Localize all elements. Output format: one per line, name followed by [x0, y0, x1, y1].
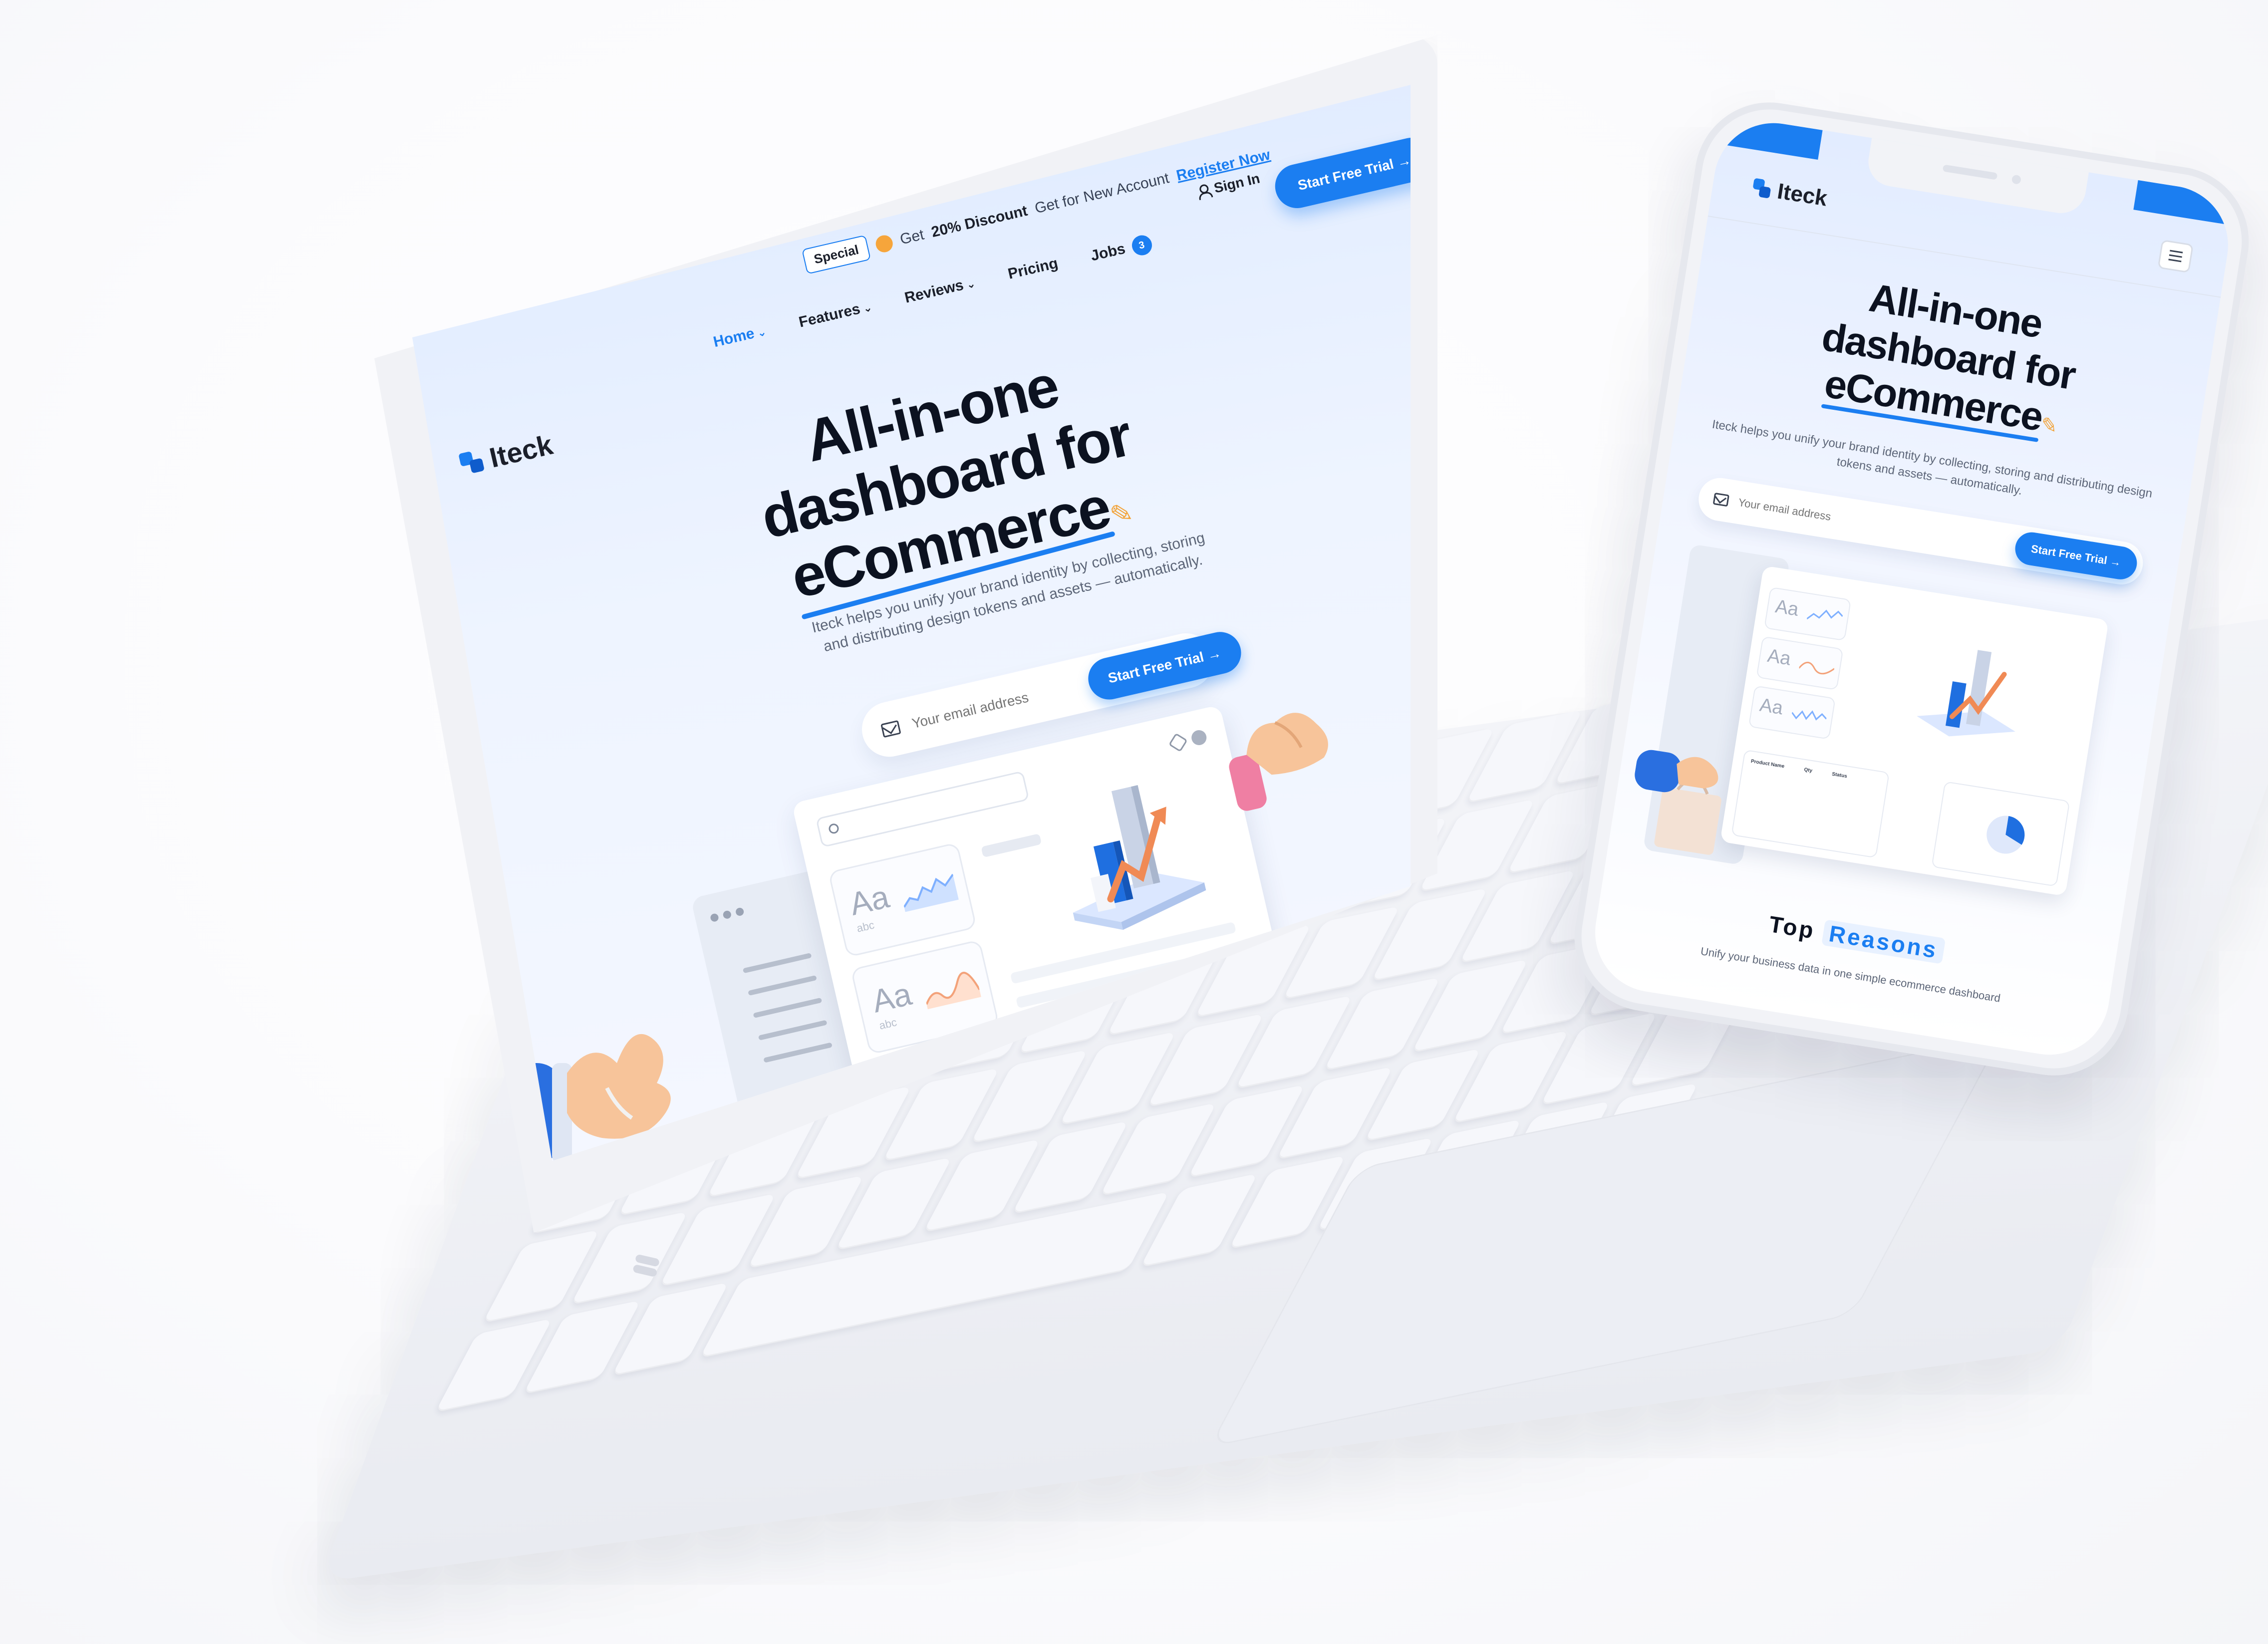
logo-icon	[1751, 178, 1773, 200]
logo-text: Iteck	[1775, 179, 1829, 211]
hero-cta-label: Start Free Trial	[1106, 649, 1205, 686]
wave-chart-icon	[1798, 661, 1835, 675]
arrow-right-icon: →	[1205, 645, 1223, 663]
link-icon	[1168, 733, 1188, 752]
user-icon	[1196, 184, 1210, 199]
logo-icon	[458, 449, 486, 476]
status-bar-left	[1719, 114, 1823, 160]
arrow-right-icon: →	[1395, 152, 1411, 171]
nav-label: Features	[797, 300, 862, 331]
nav-label: Reviews	[903, 276, 965, 306]
section-title-highlight: Reasons	[1821, 919, 1946, 964]
nav-label: Pricing	[1006, 255, 1060, 282]
nav-label: Home	[712, 325, 756, 351]
section-title-part: Top	[1767, 910, 1817, 944]
window-dots-icon	[709, 907, 745, 923]
hero-start-trial-button[interactable]: Start Free Trial →	[1084, 627, 1245, 704]
wave-chart-icon	[1791, 710, 1827, 721]
dashboard-illustration: Aa Aa Aa Product Name Qty Status	[1635, 544, 2135, 930]
hero-cta-label: Start Free Trial	[2030, 542, 2108, 567]
start-free-trial-button[interactable]: Start Free Trial →	[1271, 133, 1411, 213]
typography-card: Aa	[1764, 586, 1852, 641]
status-bar-right	[2133, 180, 2237, 226]
device-mockup-scene: Special Get 20% Discount Get for New Acc…	[0, 0, 2268, 1644]
hamburger-menu-icon[interactable]	[2157, 239, 2194, 274]
emoji-icon	[874, 233, 894, 254]
main-nav: Home⌄ Features⌄ Reviews⌄ Pricing Jobs 3	[712, 233, 1154, 354]
bar-chart-3d-icon	[1073, 785, 1206, 930]
card-label: Aa	[1766, 645, 1792, 670]
nav-item-jobs[interactable]: Jobs 3	[1089, 233, 1154, 267]
hand-with-bag-illustration	[1635, 750, 1721, 855]
iteck-logo[interactable]: Iteck	[457, 428, 556, 481]
mail-icon	[880, 720, 901, 738]
wave-chart-icon	[903, 873, 959, 912]
column-header: Qty	[1803, 767, 1813, 774]
promo-badge: Special	[802, 235, 871, 274]
iteck-logo[interactable]: Iteck	[1751, 175, 1829, 212]
chevron-down-icon: ⌄	[861, 300, 873, 315]
placeholder-row	[981, 833, 1042, 858]
logo-text: Iteck	[486, 428, 556, 474]
mail-icon	[1712, 492, 1729, 507]
avatar	[1190, 729, 1208, 747]
nav-item-reviews[interactable]: Reviews⌄	[903, 274, 978, 309]
typography-card: Aa	[1756, 636, 1844, 691]
wave-chart-icon	[1806, 609, 1843, 620]
dashboard-panel: Aa Aa Aa Product Name Qty Status	[1720, 565, 2109, 896]
wave-chart-icon	[925, 972, 981, 1010]
card-label: Aa	[846, 878, 892, 922]
chevron-down-icon: ⌄	[756, 325, 768, 340]
promo-discount: 20% Discount	[929, 202, 1029, 241]
typography-card: Aa abc	[828, 842, 977, 958]
column-header: Status	[1831, 771, 1848, 780]
chevron-down-icon: ⌄	[965, 276, 977, 291]
nav-item-pricing[interactable]: Pricing	[1006, 255, 1060, 286]
hero-start-trial-button[interactable]: Start Free Trial →	[2012, 530, 2140, 582]
nav-label: Jobs	[1089, 240, 1127, 265]
phone-notch	[1865, 138, 2089, 217]
card-label: Aa	[868, 975, 915, 1020]
table-header: Product Name Qty Status	[1742, 751, 1889, 793]
promo-prefix: Get	[898, 226, 926, 248]
card-label: Aa	[1758, 694, 1785, 719]
landing-page-mobile: Iteck All-in-one dashboard for eCommerce…	[1586, 114, 2237, 1064]
panel-controls	[1168, 729, 1208, 752]
start-free-trial-label: Start Free Trial	[1296, 156, 1396, 194]
jobs-count-badge: 3	[1130, 233, 1154, 258]
email-input[interactable]	[909, 675, 1091, 733]
pie-chart-icon	[1986, 816, 2025, 854]
card-label: Aa	[1773, 596, 1800, 620]
nav-item-features[interactable]: Features⌄	[797, 298, 874, 334]
sidebar-lines	[742, 953, 837, 1081]
pie-chart-card	[1931, 781, 2070, 887]
bar-chart-3d-icon	[1917, 650, 2015, 737]
typography-card: Aa	[1748, 685, 1836, 740]
arrow-right-icon: →	[2109, 554, 2122, 569]
search-icon	[815, 771, 1030, 848]
hand-illustration	[1229, 713, 1328, 811]
email-input[interactable]	[1736, 495, 2016, 553]
promo-suffix: Get for New Account	[1033, 169, 1171, 217]
nav-item-home[interactable]: Home⌄	[712, 322, 769, 354]
